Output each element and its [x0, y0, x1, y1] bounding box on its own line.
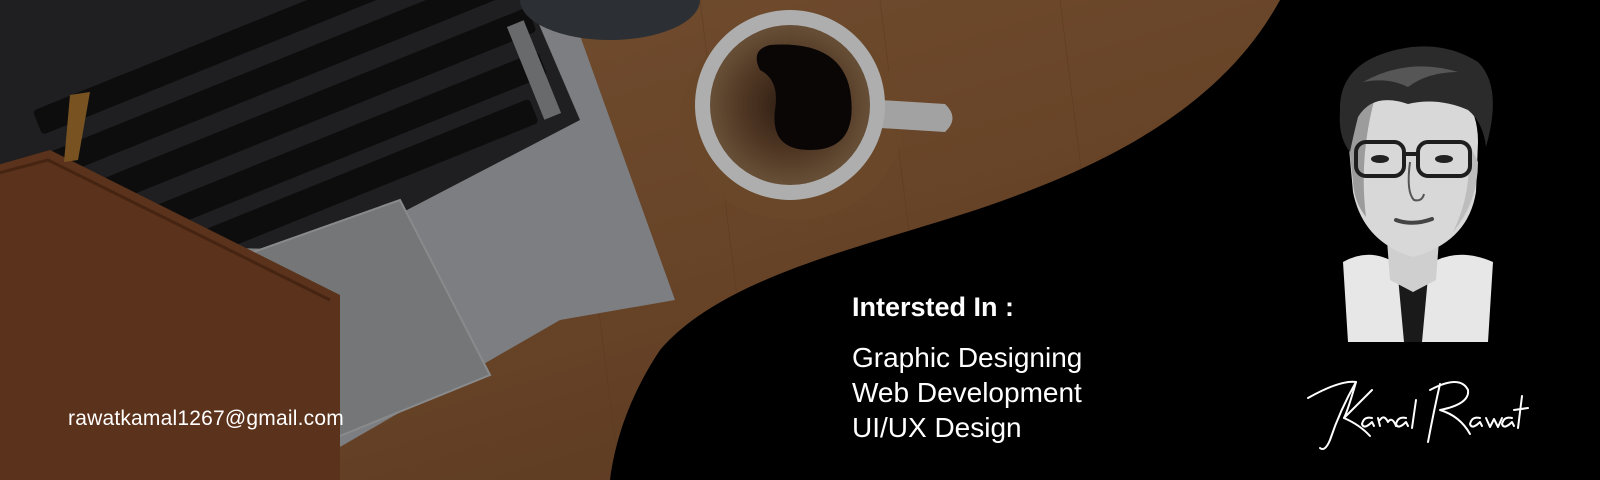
- interest-item: Web Development: [852, 377, 1082, 408]
- interests-heading: Intersted In :: [852, 292, 1015, 322]
- interests-list: Graphic Designing Web Development UI/UX …: [852, 340, 1082, 445]
- interest-item: Graphic Designing: [852, 342, 1083, 373]
- person-portrait-illustration: [1339, 46, 1493, 342]
- contact-email[interactable]: rawatkamal1267@gmail.com: [68, 407, 344, 431]
- interest-item: UI/UX Design: [852, 412, 1022, 443]
- handwritten-signature: Kamal Rawat: [1307, 380, 1529, 459]
- signature-text: Kamal Rawat: [1412, 456, 1419, 459]
- profile-banner: rawatkamal1267@gmail.com Intersted In : …: [0, 0, 1600, 480]
